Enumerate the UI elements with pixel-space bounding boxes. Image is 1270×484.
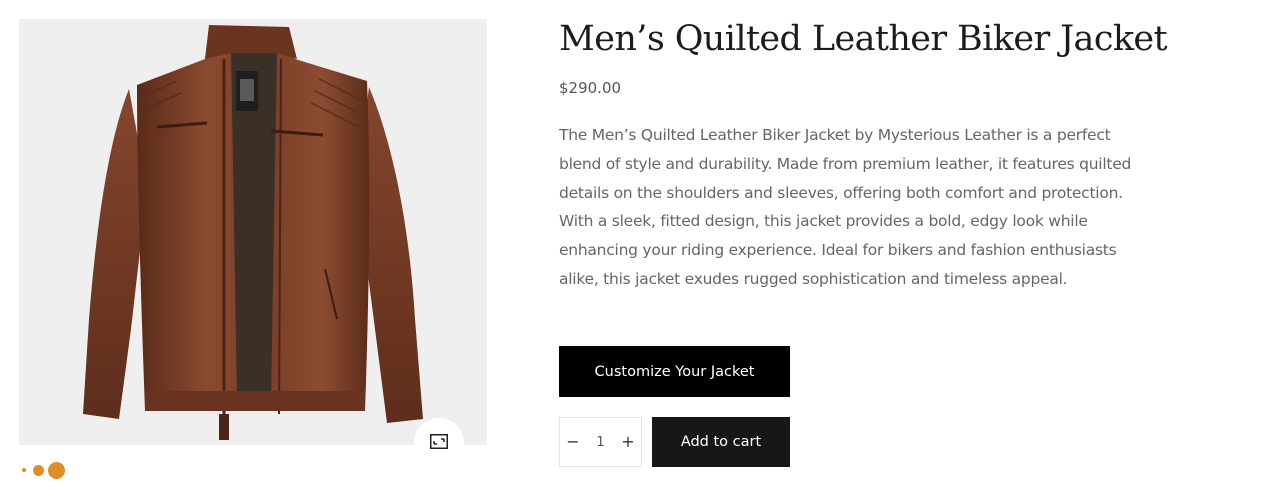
product-price: $290.00 [559, 79, 622, 97]
zoom-button[interactable] [414, 418, 464, 468]
customize-jacket-button[interactable]: Customize Your Jacket [559, 346, 790, 397]
gallery-dot-2[interactable] [33, 464, 44, 476]
gallery-dot-3-active[interactable] [48, 461, 65, 479]
quantity-input[interactable] [587, 434, 614, 450]
decrease-quantity-button[interactable]: − [566, 434, 580, 450]
product-info: Men’s Quilted Leather Biker Jacket $290.… [559, 14, 1168, 294]
gallery-dot-1[interactable] [22, 468, 26, 472]
quantity-stepper: − + [559, 417, 642, 467]
product-image-gallery[interactable] [19, 19, 487, 445]
add-to-cart-button[interactable]: Add to cart [652, 417, 790, 467]
product-image[interactable] [19, 19, 487, 445]
expand-icon [430, 433, 448, 449]
product-description: The Men’s Quilted Leather Biker Jacket b… [559, 126, 1132, 288]
increase-quantity-button[interactable]: + [621, 434, 635, 450]
product-title: Men’s Quilted Leather Biker Jacket [559, 19, 1168, 59]
gallery-pagination [22, 461, 65, 479]
